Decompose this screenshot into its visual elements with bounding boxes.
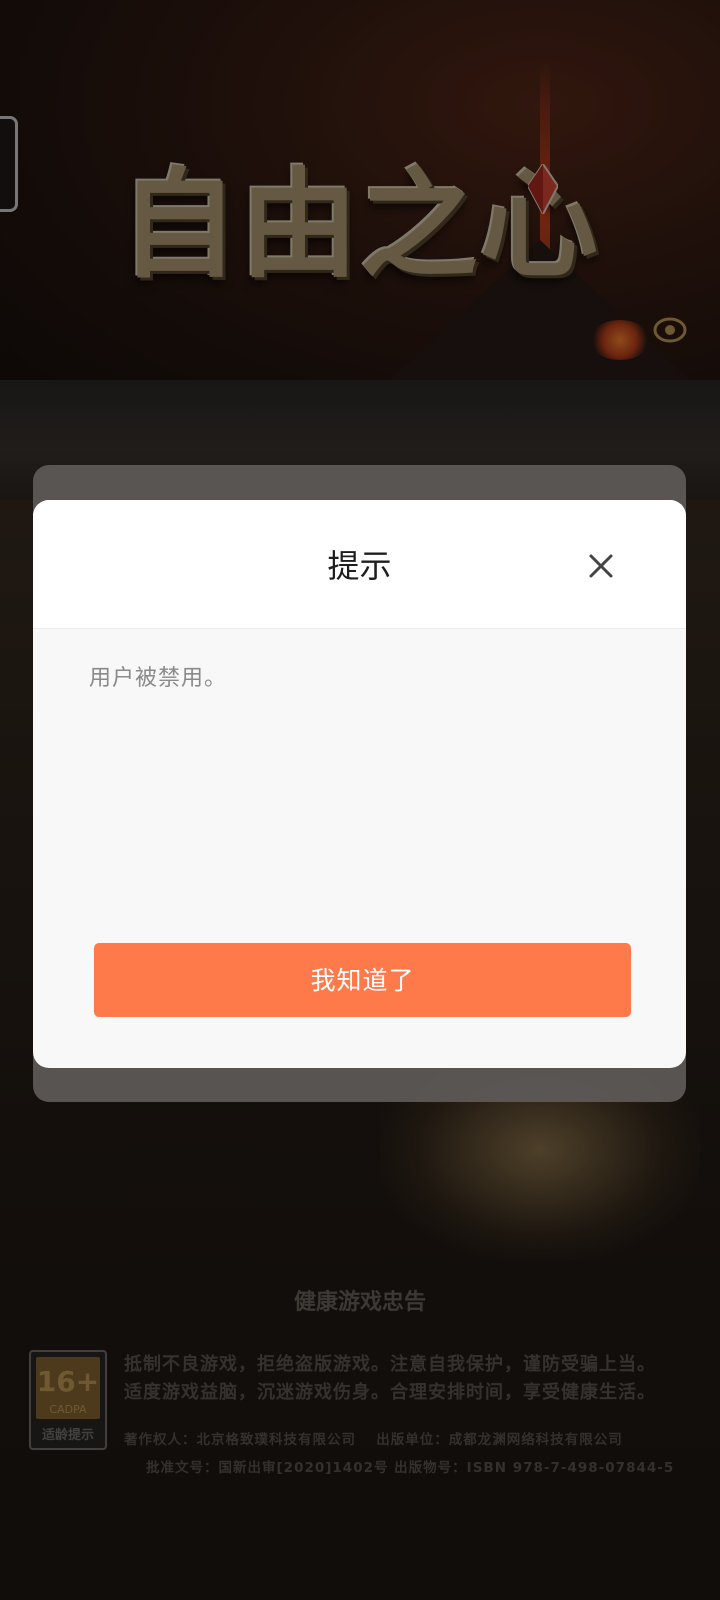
alert-dialog: 提示 用户被禁用。 我知道了 — [33, 500, 686, 1068]
dialog-header: 提示 — [33, 500, 686, 629]
confirm-button[interactable]: 我知道了 — [94, 943, 631, 1017]
close-icon[interactable] — [583, 548, 619, 584]
dialog-message: 用户被禁用。 — [89, 666, 228, 691]
